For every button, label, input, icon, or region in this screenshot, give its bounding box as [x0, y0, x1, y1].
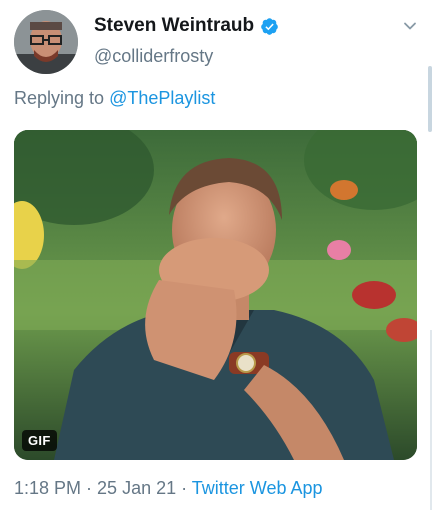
avatar-image [14, 10, 78, 74]
avatar[interactable] [14, 10, 78, 74]
reply-context: Replying to @ThePlaylist [14, 88, 215, 109]
tweet-date[interactable]: 25 Jan 21 [97, 478, 176, 498]
reply-prefix: Replying to [14, 88, 110, 108]
meta-separator: · [176, 478, 192, 498]
chevron-down-icon[interactable] [402, 18, 418, 34]
gif-image [14, 130, 417, 460]
reply-mention-link[interactable]: @ThePlaylist [109, 88, 215, 108]
author-handle[interactable]: @colliderfrosty [94, 46, 213, 67]
gif-media[interactable] [14, 130, 417, 460]
tweet-header: Steven Weintraub @colliderfrosty [0, 0, 432, 80]
name-row: Steven Weintraub [94, 14, 279, 38]
tweet-meta: 1:18 PM · 25 Jan 21 · Twitter Web App [14, 478, 323, 499]
scrollbar-thumb[interactable] [428, 66, 432, 132]
meta-separator: · [81, 478, 98, 498]
tweet-time[interactable]: 1:18 PM [14, 478, 81, 498]
display-name[interactable]: Steven Weintraub [94, 15, 254, 37]
verified-badge-icon [260, 17, 279, 36]
gif-badge: GIF [22, 430, 57, 451]
tweet-source-link[interactable]: Twitter Web App [192, 478, 323, 498]
